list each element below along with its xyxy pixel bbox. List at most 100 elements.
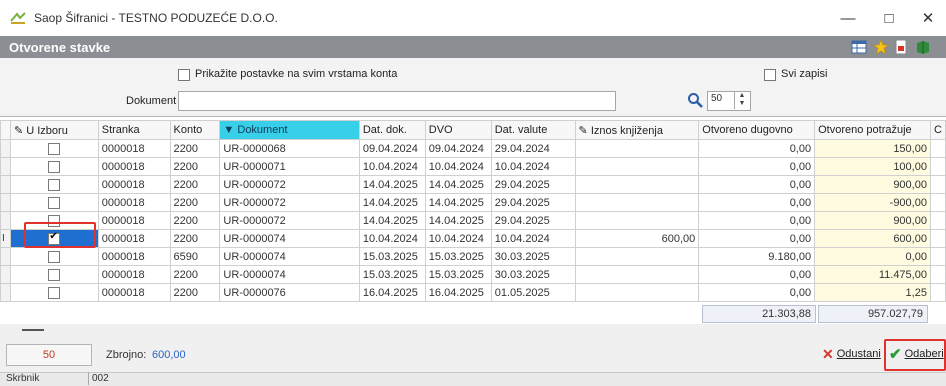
cell-otvoreno-potrazuje: 600,00 — [814, 229, 931, 248]
close-x-icon: ✕ — [822, 345, 834, 362]
cell-c — [929, 265, 946, 284]
u-izboru-cell[interactable] — [9, 193, 99, 212]
cell-konto: 2200 — [169, 265, 221, 284]
column-header-u-izboru[interactable]: ✎ U Izboru — [9, 120, 99, 140]
cell-otvoreno-dugovno: 0,00 — [698, 193, 816, 212]
cell-c — [929, 193, 946, 212]
table-row[interactable]: 0000018 2200 UR-0000072 14.04.2025 14.04.202… — [0, 193, 946, 212]
cell-dat-dok: 16.04.2025 — [358, 283, 426, 302]
table-row[interactable]: 0000018 2200 UR-0000074 15.03.2025 15.03.202… — [0, 265, 946, 284]
all-records-checkbox[interactable] — [764, 69, 776, 81]
row-indicator[interactable] — [0, 193, 11, 212]
row-indicator[interactable] — [0, 175, 11, 194]
cell-stranka: 0000018 — [97, 157, 171, 176]
unchecked-checkbox[interactable] — [48, 286, 61, 299]
cell-konto: 2200 — [169, 157, 221, 176]
cell-iznos[interactable] — [574, 157, 700, 176]
table-row[interactable]: 0000018 2200 UR-0000072 14.04.2025 14.04.202… — [0, 175, 946, 194]
table-row[interactable]: 0000018 6590 UR-0000074 15.03.2025 15.03.202… — [0, 247, 946, 266]
u-izboru-cell[interactable] — [9, 247, 99, 266]
cell-iznos[interactable] — [574, 193, 700, 212]
cell-konto: 2200 — [169, 139, 221, 158]
cell-dokument: UR-0000072 — [219, 193, 360, 212]
row-indicator[interactable] — [0, 247, 11, 266]
u-izboru-cell[interactable] — [9, 265, 99, 284]
all-records-label: Svi zapisi — [781, 68, 828, 80]
row-indicator[interactable]: I — [0, 229, 11, 248]
cell-iznos[interactable]: 600,00 — [574, 229, 700, 248]
edit-pencil-icon: ✎ — [578, 124, 588, 137]
cell-iznos[interactable] — [574, 265, 700, 284]
cell-otvoreno-potrazuje: 900,00 — [814, 175, 931, 194]
row-indicator[interactable] — [0, 139, 11, 158]
grid-settings-icon[interactable] — [851, 39, 867, 55]
close-button[interactable]: ✕ — [910, 4, 946, 32]
sum-value: 600,00 — [152, 349, 186, 361]
unchecked-checkbox[interactable] — [48, 160, 61, 173]
row-indicator[interactable] — [0, 211, 11, 230]
unchecked-checkbox[interactable] — [48, 268, 61, 281]
cell-iznos[interactable] — [574, 139, 700, 158]
column-header-otvoreno-potrazuje[interactable]: Otvoreno potražuje — [814, 120, 931, 140]
search-icon[interactable] — [687, 92, 703, 108]
page-size-value: 50 — [711, 93, 723, 104]
table-row[interactable]: I00000182200UR-000007410.04.202410.04.20… — [0, 229, 946, 248]
cell-iznos[interactable] — [574, 175, 700, 194]
cell-dvo: 16.04.2025 — [424, 283, 492, 302]
cell-dvo: 14.04.2025 — [424, 175, 492, 194]
cell-otvoreno-potrazuje: 900,00 — [814, 211, 931, 230]
minimize-button[interactable]: — — [830, 4, 866, 32]
cell-otvoreno-dugovno: 0,00 — [698, 139, 816, 158]
cell-c — [929, 247, 946, 266]
unchecked-checkbox[interactable] — [48, 142, 61, 155]
unchecked-checkbox[interactable] — [48, 250, 61, 263]
cell-konto: 2200 — [169, 211, 221, 230]
cell-dat-dok: 10.04.2024 — [358, 229, 426, 248]
column-header-dat-dok[interactable]: Dat. dok. — [358, 120, 426, 140]
show-all-accounts-checkbox[interactable] — [178, 69, 190, 81]
unchecked-checkbox[interactable] — [48, 178, 61, 191]
document-filter-input[interactable] — [178, 91, 616, 111]
row-indicator[interactable] — [0, 283, 11, 302]
cell-dokument: UR-0000074 — [219, 229, 360, 248]
stepper-arrows-icon[interactable]: ▲ ▼ — [734, 92, 749, 109]
pdf-export-icon[interactable] — [893, 39, 909, 55]
collapse-handle[interactable] — [22, 329, 44, 331]
cell-iznos[interactable] — [574, 247, 700, 266]
unchecked-checkbox[interactable] — [48, 196, 61, 209]
column-header-otvoreno-dugovno[interactable]: Otvoreno dugovno — [698, 120, 816, 140]
u-izboru-cell[interactable] — [9, 157, 99, 176]
cell-iznos[interactable] — [574, 211, 700, 230]
column-header-dvo[interactable]: DVO — [424, 120, 492, 140]
table-row[interactable]: 0000018 2200 UR-0000068 09.04.2024 09.04.202… — [0, 139, 946, 158]
cell-dat-valute: 29.04.2025 — [490, 211, 576, 230]
u-izboru-cell[interactable] — [9, 175, 99, 194]
column-header-dat-valute[interactable]: Dat. valute — [490, 120, 576, 140]
maximize-button[interactable]: □ — [871, 4, 907, 32]
cell-dokument: UR-0000068 — [219, 139, 360, 158]
choose-button[interactable]: ✔ Odaberi — [889, 345, 944, 363]
column-header-iznos[interactable]: ✎ Iznos knjiženja — [574, 120, 700, 140]
cell-stranka: 0000018 — [97, 139, 171, 158]
cell-iznos[interactable] — [574, 283, 700, 302]
cancel-button[interactable]: ✕ Odustani — [822, 345, 881, 363]
cell-stranka: 0000018 — [97, 175, 171, 194]
table-row[interactable]: 0000018 2200 UR-0000072 14.04.2025 14.04.202… — [0, 211, 946, 230]
cell-dat-dok: 09.04.2024 — [358, 139, 426, 158]
table-row[interactable]: 0000018 2200 UR-0000071 10.04.2024 10.04.202… — [0, 157, 946, 176]
cell-stranka: 0000018 — [97, 247, 171, 266]
edit-pencil-icon: ✎ — [13, 124, 24, 137]
u-izboru-cell[interactable] — [9, 283, 99, 302]
row-indicator[interactable] — [0, 265, 11, 284]
choose-button-label: Odaberi — [904, 348, 944, 360]
u-izboru-cell[interactable] — [9, 139, 99, 158]
column-header-dokument[interactable]: ▼ Dokument — [219, 120, 360, 140]
help-book-icon[interactable] — [915, 39, 931, 55]
column-header-stranka[interactable]: Stranka — [97, 120, 171, 140]
table-row[interactable]: 0000018 2200 UR-0000076 16.04.2025 16.04.202… — [0, 283, 946, 302]
column-header-konto[interactable]: Konto — [169, 120, 221, 140]
column-header-c[interactable]: C — [929, 120, 946, 140]
cell-konto: 2200 — [169, 283, 221, 302]
row-indicator[interactable] — [0, 157, 11, 176]
favorite-star-icon[interactable] — [873, 39, 889, 55]
